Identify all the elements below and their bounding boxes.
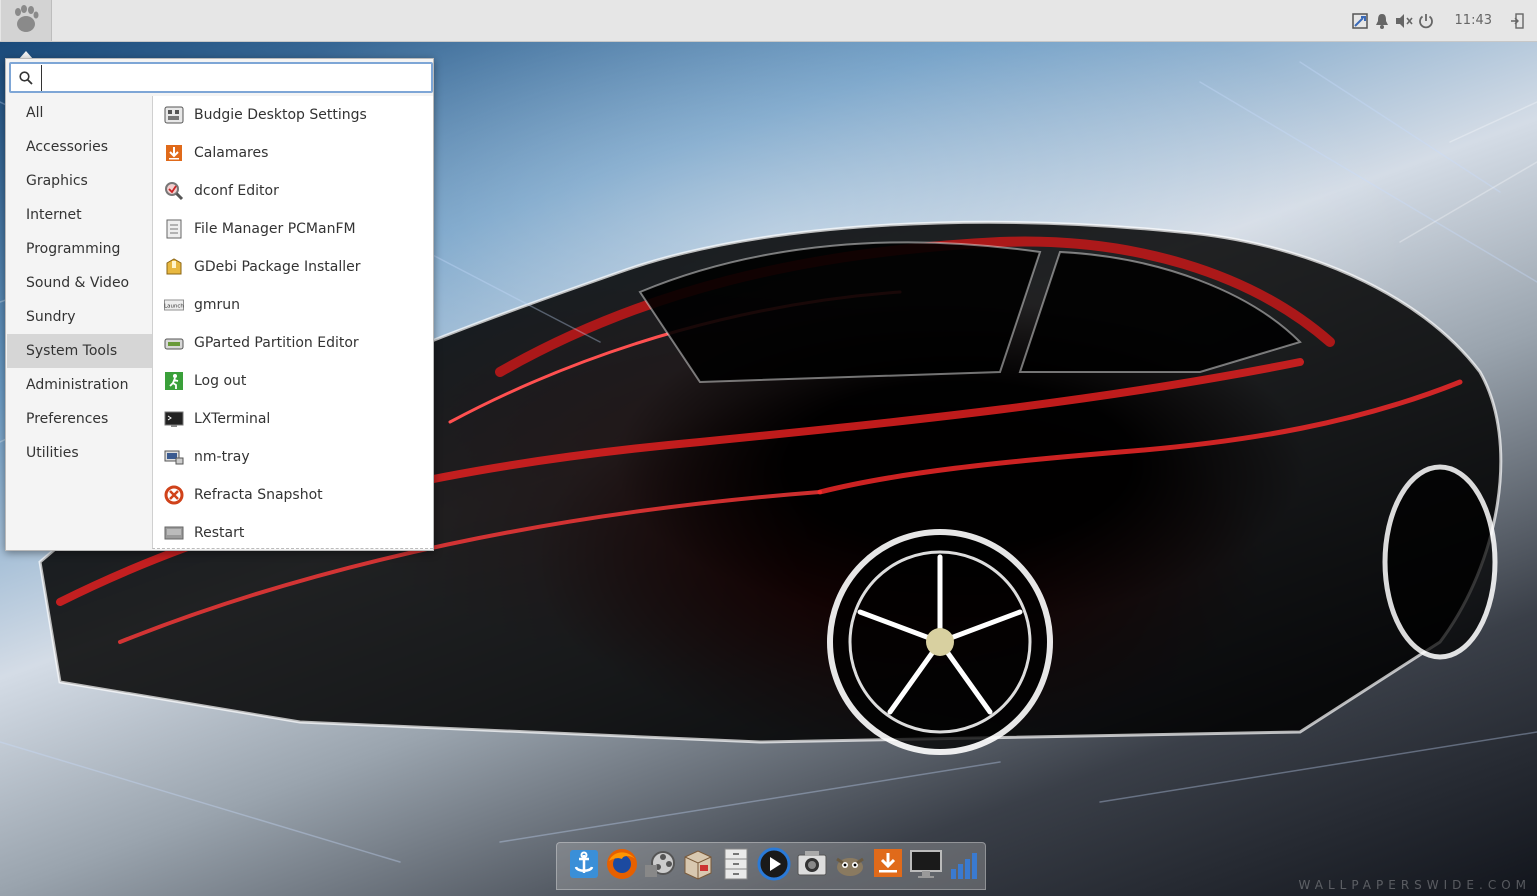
category-all[interactable]: All [7, 96, 152, 130]
application-list: Budgie Desktop Settings Calamares dconf … [152, 96, 433, 549]
screenshot-icon[interactable] [795, 846, 829, 882]
app-file-manager-pcmanfm[interactable]: File Manager PCManFM [153, 210, 433, 248]
dconf-magnifier-icon [164, 181, 184, 201]
app-label: gmrun [194, 297, 241, 313]
network-icon[interactable] [1350, 11, 1370, 31]
app-label: File Manager PCManFM [194, 221, 356, 237]
app-log-out[interactable]: Log out [153, 362, 433, 400]
category-preferences[interactable]: Preferences [7, 402, 152, 436]
app-label: GDebi Package Installer [194, 259, 361, 275]
app-restart[interactable]: Restart [153, 514, 433, 552]
logout-arrow-icon[interactable] [1507, 11, 1527, 31]
app-label: nm-tray [194, 449, 250, 465]
app-refracta-snapshot[interactable]: Refracta Snapshot [153, 476, 433, 514]
file-cabinet-icon[interactable] [719, 846, 753, 882]
dock-items [567, 846, 985, 882]
app-label: dconf Editor [194, 183, 279, 199]
network-tray-icon [164, 447, 184, 467]
search-icon [19, 69, 37, 87]
svg-text:Launch: Launch [164, 303, 184, 309]
disk-icon [164, 333, 184, 353]
gnome-foot-icon [12, 4, 40, 38]
app-label: Calamares [194, 145, 269, 161]
anchor-icon[interactable] [567, 846, 601, 882]
category-sundry[interactable]: Sundry [7, 300, 152, 334]
settings-panel-icon [164, 105, 184, 125]
app-gmrun[interactable]: Launch gmrun [153, 286, 433, 324]
package-icon [164, 257, 184, 277]
exit-icon [164, 371, 184, 391]
app-label: Budgie Desktop Settings [194, 107, 367, 123]
media-player-icon[interactable] [757, 846, 791, 882]
app-label: Log out [194, 373, 247, 389]
volume-muted-icon[interactable] [1394, 11, 1414, 31]
app-gdebi-package-installer[interactable]: GDebi Package Installer [153, 248, 433, 286]
app-menu-popup: All Accessories Graphics Internet Progra… [5, 58, 434, 551]
top-panel: 11:43 [0, 0, 1537, 42]
category-sound-video[interactable]: Sound & Video [7, 266, 152, 300]
category-programming[interactable]: Programming [7, 232, 152, 266]
system-tray: 11:43 [1349, 0, 1537, 41]
app-lxterminal[interactable]: LXTerminal [153, 400, 433, 438]
category-accessories[interactable]: Accessories [7, 130, 152, 164]
firefox-icon[interactable] [605, 846, 639, 882]
gimp-icon[interactable] [833, 846, 867, 882]
clock[interactable]: 11:43 [1455, 13, 1492, 28]
app-gparted-partition-editor[interactable]: GParted Partition Editor [153, 324, 433, 362]
notification-bell-icon[interactable] [1372, 11, 1392, 31]
category-system-tools[interactable]: System Tools [7, 334, 152, 368]
package-box-icon[interactable] [681, 846, 715, 882]
search-box[interactable] [9, 62, 433, 93]
app-dconf-editor[interactable]: dconf Editor [153, 172, 433, 210]
restart-icon [164, 523, 184, 543]
app-calamares[interactable]: Calamares [153, 134, 433, 172]
video-editor-icon[interactable] [643, 846, 677, 882]
app-label: Refracta Snapshot [194, 487, 323, 503]
installer-icon [164, 143, 184, 163]
app-label: GParted Partition Editor [194, 335, 359, 351]
category-administration[interactable]: Administration [7, 368, 152, 402]
signal-bars-icon[interactable] [947, 846, 981, 882]
category-internet[interactable]: Internet [7, 198, 152, 232]
download-installer-icon[interactable] [871, 846, 905, 882]
file-manager-icon [164, 219, 184, 239]
search-input[interactable] [41, 64, 431, 91]
app-budgie-desktop-settings[interactable]: Budgie Desktop Settings [153, 96, 433, 134]
power-icon[interactable] [1416, 11, 1436, 31]
wallpaper-watermark: WALLPAPERSWIDE.COM [1298, 878, 1531, 892]
snapshot-icon [164, 485, 184, 505]
app-label: LXTerminal [194, 411, 271, 427]
app-menu-button[interactable] [1, 0, 52, 41]
launch-icon: Launch [164, 295, 184, 315]
category-graphics[interactable]: Graphics [7, 164, 152, 198]
app-label: Restart [194, 525, 245, 541]
category-list: All Accessories Graphics Internet Progra… [7, 96, 152, 549]
monitor-icon[interactable] [909, 846, 943, 882]
category-utilities[interactable]: Utilities [7, 436, 152, 470]
terminal-icon [164, 409, 184, 429]
app-nm-tray[interactable]: nm-tray [153, 438, 433, 476]
